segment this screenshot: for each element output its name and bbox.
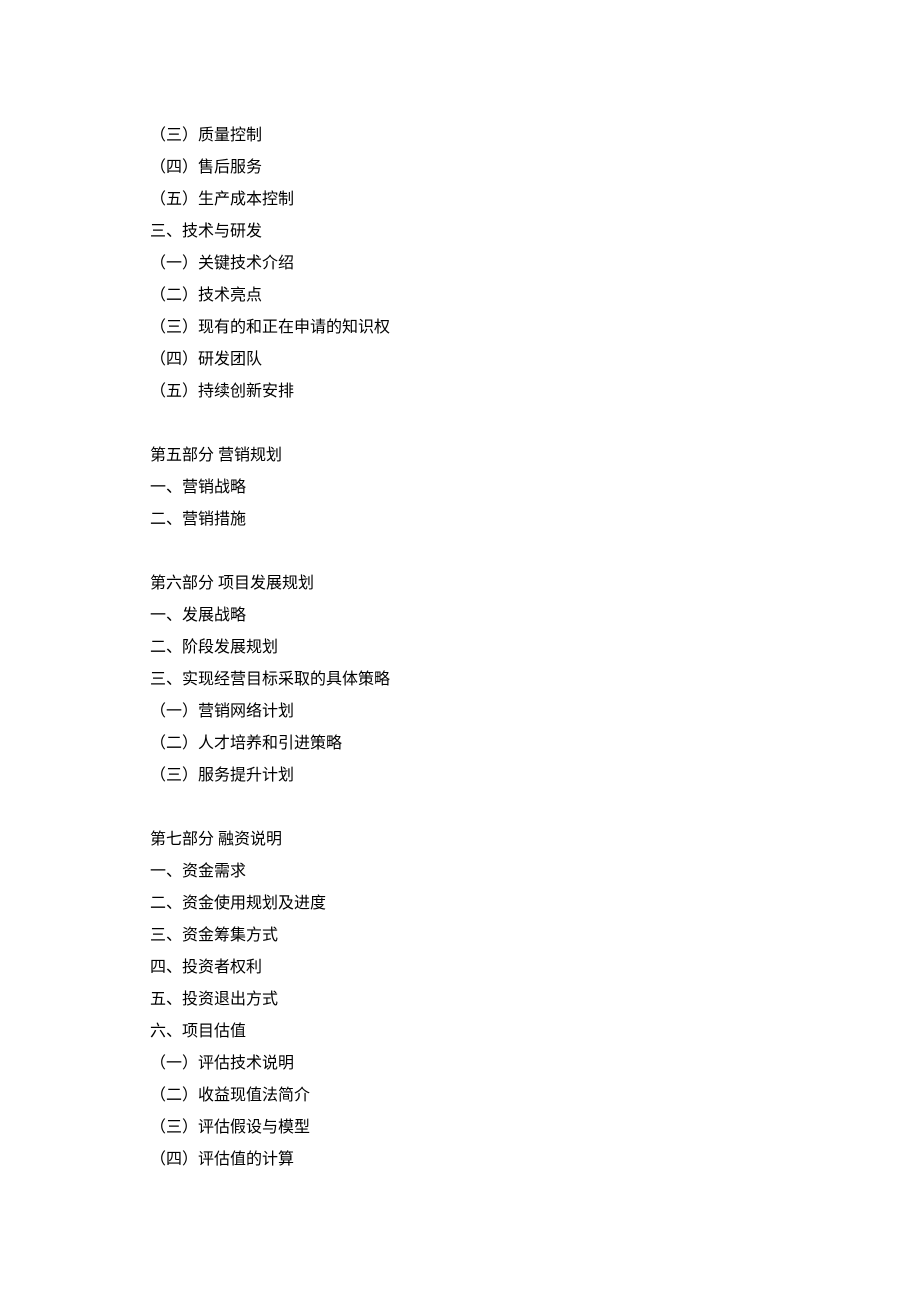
outline-item: 三、资金筹集方式	[150, 920, 770, 952]
outline-item: （四）研发团队	[150, 344, 770, 376]
outline-item: （三）服务提升计划	[150, 760, 770, 792]
outline-item: （一）评估技术说明	[150, 1048, 770, 1080]
outline-item: （三）现有的和正在申请的知识权	[150, 312, 770, 344]
outline-item: 二、阶段发展规划	[150, 632, 770, 664]
outline-item: （二）收益现值法简介	[150, 1080, 770, 1112]
outline-item: 五、投资退出方式	[150, 984, 770, 1016]
outline-item: （一）关键技术介绍	[150, 248, 770, 280]
blank-line	[150, 408, 770, 440]
outline-item: 四、投资者权利	[150, 952, 770, 984]
outline-item: 一、发展战略	[150, 600, 770, 632]
document-body: （三）质量控制（四）售后服务（五）生产成本控制三、技术与研发（一）关键技术介绍（…	[150, 120, 770, 1176]
outline-item: 二、营销措施	[150, 504, 770, 536]
outline-item: 第五部分 营销规划	[150, 440, 770, 472]
outline-item: （二）技术亮点	[150, 280, 770, 312]
outline-item: （四）评估值的计算	[150, 1144, 770, 1176]
outline-item: （三）评估假设与模型	[150, 1112, 770, 1144]
outline-item: （三）质量控制	[150, 120, 770, 152]
outline-item: 三、实现经营目标采取的具体策略	[150, 664, 770, 696]
blank-line	[150, 792, 770, 824]
outline-item: 一、营销战略	[150, 472, 770, 504]
outline-item: （五）持续创新安排	[150, 376, 770, 408]
outline-item: 一、资金需求	[150, 856, 770, 888]
outline-item: （一）营销网络计划	[150, 696, 770, 728]
outline-item: 六、项目估值	[150, 1016, 770, 1048]
blank-line	[150, 536, 770, 568]
outline-item: 二、资金使用规划及进度	[150, 888, 770, 920]
outline-item: 三、技术与研发	[150, 216, 770, 248]
outline-item: （二）人才培养和引进策略	[150, 728, 770, 760]
outline-item: （四）售后服务	[150, 152, 770, 184]
outline-item: 第七部分 融资说明	[150, 824, 770, 856]
outline-item: （五）生产成本控制	[150, 184, 770, 216]
outline-item: 第六部分 项目发展规划	[150, 568, 770, 600]
